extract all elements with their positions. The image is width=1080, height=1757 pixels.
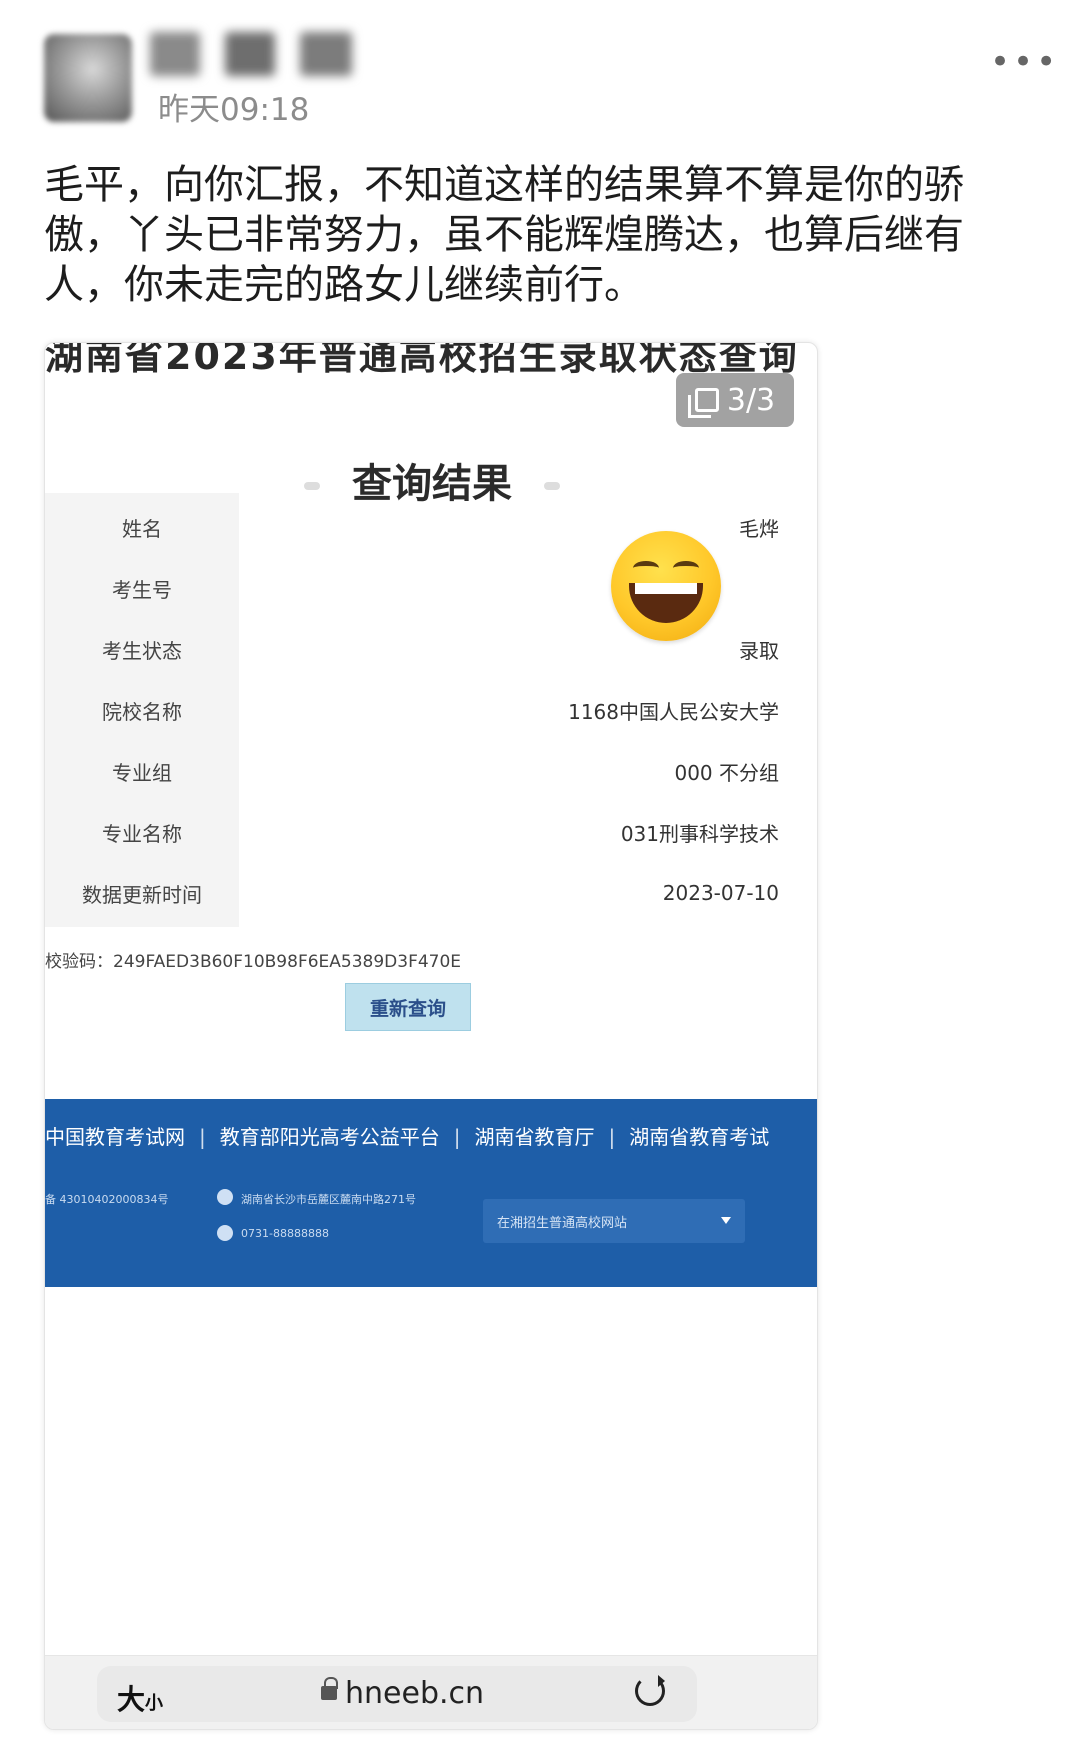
row-label: 姓名 (45, 493, 239, 561)
footer-link[interactable]: 湖南省教育厅 (475, 1125, 595, 1149)
row-value: 1168中国人民公安大学 (568, 699, 779, 724)
text-size-button[interactable]: 大小 (117, 1678, 163, 1718)
footer-separator: | (608, 1125, 616, 1149)
footer-link[interactable]: 教育部阳光高考公益平台 (220, 1125, 440, 1149)
text-size-small-label: 小 (145, 1693, 164, 1714)
avatar[interactable] (44, 34, 132, 122)
phone-icon (217, 1225, 233, 1241)
footer-phone: 0731-88888888 (241, 1227, 329, 1240)
table-row: 专业名称 031刑事科学技术 (45, 798, 817, 866)
row-value: 000 不分组 (674, 760, 779, 785)
university-site-select[interactable]: 在湘招生普通高校网站 (483, 1199, 745, 1243)
emoji-mouth (629, 583, 703, 623)
footer-link[interactable]: 中国教育考试网 (45, 1125, 185, 1149)
post-time: 昨天09:18 (158, 92, 310, 128)
select-label: 在湘招生普通高校网站 (497, 1215, 628, 1231)
row-label: 专业组 (45, 737, 239, 805)
username-blurred[interactable] (300, 32, 352, 76)
table-row: 专业组 000 不分组 (45, 737, 817, 805)
emoji-eye (673, 561, 699, 575)
footer-links: 中国教育考试网 | 教育部阳光高考公益平台 | 湖南省教育厅 | 湖南省教育考试 (45, 1121, 817, 1150)
footer-icp: 备 43010402000834号 (45, 1193, 169, 1206)
row-value: 毛烨 (739, 516, 779, 541)
row-value: 08( (239, 576, 817, 600)
reload-icon[interactable] (635, 1675, 665, 1706)
title-decoration (304, 482, 321, 490)
row-label: 专业名称 (45, 798, 239, 866)
row-label: 考生号 (45, 554, 239, 622)
more-options-icon[interactable]: ••• (990, 45, 1059, 79)
footer-address: 湖南省长沙市岳麓区麓南中路271号 (241, 1193, 416, 1206)
title-decoration (543, 482, 560, 490)
emoji-eye (633, 561, 659, 575)
footer-link[interactable]: 湖南省教育考试 (629, 1125, 769, 1149)
text-size-label: 大 (117, 1683, 146, 1716)
post-text: 毛平，向你汇报，不知道这样的结果算不算是你的骄傲，丫头已非常努力，虽不能辉煌腾达… (44, 162, 964, 308)
table-row: 数据更新时间 2023-07-10 (45, 859, 817, 927)
row-value: 2023-07-10 (662, 881, 779, 905)
row-label: 考生状态 (45, 615, 239, 683)
attached-screenshot[interactable]: 湖南省2023年普通高校招生录取状态查询 3/3 查询结果 姓名 毛烨 考生号 … (44, 342, 818, 1730)
lock-icon (321, 1677, 338, 1700)
row-label: 院校名称 (45, 676, 239, 744)
row-value: 031刑事科学技术 (620, 821, 779, 846)
browser-bottom-bar: 大小 hneeb.cn (45, 1655, 817, 1729)
footer-separator: | (453, 1125, 461, 1149)
username-blurred[interactable] (150, 32, 200, 76)
row-label: 数据更新时间 (45, 859, 239, 927)
footer-separator: | (199, 1125, 206, 1149)
username-blurred[interactable] (225, 32, 275, 76)
grinning-emoji-sticker (611, 531, 721, 641)
url-text[interactable]: hneeb.cn (345, 1676, 484, 1711)
table-row: 院校名称 1168中国人民公安大学 (45, 676, 817, 744)
row-value: 录取 (739, 638, 779, 663)
page-counter: 3/3 (676, 373, 794, 427)
location-icon (217, 1189, 233, 1205)
chevron-down-icon (721, 1217, 731, 1224)
checksum-text: 校验码：249FAED3B60F10B98F6EA5389D3F470E (45, 952, 462, 972)
site-footer: 中国教育考试网 | 教育部阳光高考公益平台 | 湖南省教育厅 | 湖南省教育考试 备 430… (45, 1099, 817, 1287)
pages-icon (687, 388, 719, 418)
requery-button[interactable]: 重新查询 (345, 983, 471, 1031)
page-counter-text: 3/3 (726, 382, 776, 418)
